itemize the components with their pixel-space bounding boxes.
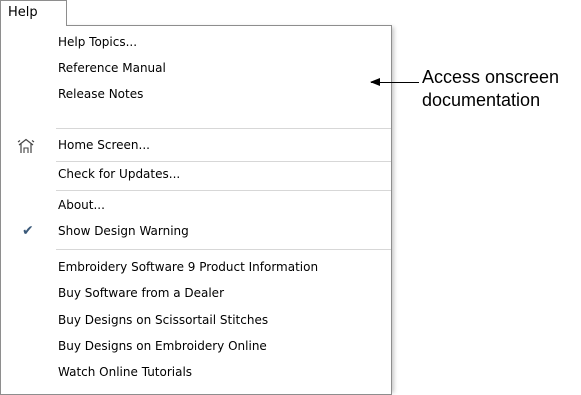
menu-item-label: Buy Software from a Dealer bbox=[58, 286, 225, 300]
menu-item-label: Check for Updates... bbox=[58, 167, 181, 181]
menu-item-release-notes[interactable]: Release Notes bbox=[1, 82, 391, 106]
menu-item-label: Embroidery Software 9 Product Informatio… bbox=[58, 260, 319, 274]
checkmark-icon: ✔ bbox=[22, 223, 34, 239]
menu-item-label: Buy Designs on Embroidery Online bbox=[58, 339, 267, 353]
menu-item-label: Release Notes bbox=[58, 87, 144, 101]
help-dropdown-menu: Help Topics... Reference Manual Release … bbox=[0, 25, 392, 395]
menu-separator bbox=[56, 190, 391, 191]
help-menu[interactable]: Help bbox=[0, 0, 67, 26]
menu-item-product-information[interactable]: Embroidery Software 9 Product Informatio… bbox=[1, 255, 391, 279]
menu-item-check-for-updates[interactable]: Check for Updates... bbox=[1, 162, 391, 186]
menu-item-label: Home Screen... bbox=[58, 138, 150, 152]
menu-item-home-screen[interactable]: Home Screen... bbox=[1, 133, 391, 157]
menu-item-show-design-warning[interactable]: ✔ Show Design Warning bbox=[1, 219, 391, 243]
menu-item-buy-designs-embroidery-online[interactable]: Buy Designs on Embroidery Online bbox=[1, 334, 391, 358]
menu-item-about[interactable]: About... bbox=[1, 193, 391, 217]
callout-line-1: Access onscreen bbox=[422, 67, 560, 87]
menu-item-buy-designs-scissortail[interactable]: Buy Designs on Scissortail Stitches bbox=[1, 308, 391, 332]
callout-line-2: documentation bbox=[422, 90, 541, 110]
menu-item-label: Reference Manual bbox=[58, 61, 166, 75]
menu-item-label: Watch Online Tutorials bbox=[58, 365, 193, 379]
help-menu-label: Help bbox=[8, 5, 38, 20]
menu-item-label: Help Topics... bbox=[58, 35, 138, 49]
menu-separator bbox=[56, 128, 391, 129]
home-screen-icon bbox=[17, 138, 35, 154]
menu-item-buy-software-dealer[interactable]: Buy Software from a Dealer bbox=[1, 281, 391, 305]
callout-line bbox=[371, 82, 419, 83]
menu-item-reference-manual[interactable]: Reference Manual bbox=[1, 56, 391, 80]
menu-item-label: About... bbox=[58, 198, 105, 212]
menu-item-label: Show Design Warning bbox=[58, 224, 189, 238]
menu-item-help-topics[interactable]: Help Topics... bbox=[1, 30, 391, 54]
callout-annotation: Access onscreen documentation bbox=[422, 66, 580, 112]
menu-separator bbox=[56, 249, 391, 250]
menu-item-label: Buy Designs on Scissortail Stitches bbox=[58, 313, 269, 327]
menu-item-watch-tutorials[interactable]: Watch Online Tutorials bbox=[1, 360, 391, 384]
